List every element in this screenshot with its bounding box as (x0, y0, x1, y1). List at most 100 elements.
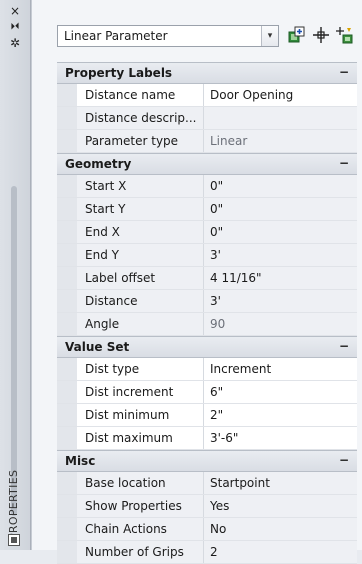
row-gutter (57, 221, 77, 243)
auto-hide-icon[interactable]: ⏵⏴ (4, 20, 26, 34)
property-value[interactable]: Door Opening (203, 84, 357, 106)
property-value[interactable]: Yes (203, 495, 357, 517)
property-name: Angle (85, 317, 120, 331)
property-name: Dist type (85, 362, 140, 376)
close-icon[interactable]: × (4, 4, 26, 18)
property-name: Dist minimum (85, 408, 170, 422)
property-row[interactable]: Number of Grips 2 (57, 541, 357, 564)
property-name: Distance (85, 294, 138, 308)
row-gutter (57, 495, 77, 517)
property-value[interactable]: Increment (203, 358, 357, 380)
category-label: Misc (65, 454, 96, 468)
property-name: Dist increment (85, 385, 174, 399)
row-gutter (57, 107, 77, 129)
row-gutter (57, 84, 77, 106)
collapse-toggle-icon[interactable]: − (339, 156, 349, 170)
property-value[interactable]: 2 (203, 541, 357, 563)
property-row[interactable]: Dist increment 6" (57, 381, 357, 404)
property-row[interactable]: Chain Actions No (57, 518, 357, 541)
category-header[interactable]: Property Labels − (57, 62, 357, 84)
property-name: Dist maximum (85, 431, 173, 445)
property-name: Distance descrip... (85, 111, 197, 125)
property-value[interactable]: 4 11/16" (203, 267, 357, 289)
quick-select-icon[interactable] (336, 26, 354, 44)
property-value[interactable]: Startpoint (203, 472, 357, 494)
palette-menu-icon[interactable] (8, 534, 20, 546)
row-gutter (57, 381, 77, 403)
property-value[interactable]: 90 (203, 313, 357, 335)
collapse-toggle-icon[interactable]: − (339, 453, 349, 467)
property-name: Show Properties (85, 499, 182, 513)
property-row[interactable]: Start X 0" (57, 175, 357, 198)
row-gutter (57, 244, 77, 266)
property-row[interactable]: End X 0" (57, 221, 357, 244)
row-gutter (57, 313, 77, 335)
row-gutter (57, 358, 77, 380)
property-row[interactable]: End Y 3' (57, 244, 357, 267)
palette-title-strip: × ⏵⏴ ✲ PROPERTIES (0, 0, 31, 550)
category-header[interactable]: Value Set − (57, 336, 357, 358)
property-value[interactable]: 0" (203, 175, 357, 197)
property-row[interactable]: Base location Startpoint (57, 472, 357, 495)
property-name: Chain Actions (85, 522, 167, 536)
row-gutter (57, 267, 77, 289)
property-value[interactable] (203, 107, 357, 129)
property-row[interactable]: Distance descrip... (57, 107, 357, 130)
category-label: Geometry (65, 157, 132, 171)
object-type-select[interactable]: Linear Parameter ▾ (57, 25, 279, 47)
property-grid: Property Labels − Distance name Door Openin… (57, 62, 357, 564)
property-value[interactable]: No (203, 518, 357, 540)
property-row[interactable]: Distance name Door Opening (57, 84, 357, 107)
property-name: Start Y (85, 202, 126, 216)
row-gutter (57, 130, 77, 152)
row-gutter (57, 175, 77, 197)
select-objects-icon[interactable] (312, 26, 330, 44)
property-value[interactable]: 3' (203, 244, 357, 266)
palette-settings-icon[interactable]: ✲ (4, 36, 26, 50)
property-row[interactable]: Start Y 0" (57, 198, 357, 221)
properties-panel: Linear Parameter ▾ Property Labels − Dista… (31, 0, 362, 564)
panel-scrollbar[interactable] (11, 186, 17, 516)
row-gutter (57, 290, 77, 312)
property-name: Distance name (85, 88, 176, 102)
property-value[interactable]: 0" (203, 198, 357, 220)
property-name: End Y (85, 248, 119, 262)
property-name: Parameter type (85, 134, 179, 148)
property-row[interactable]: Angle 90 (57, 313, 357, 336)
chevron-down-icon[interactable]: ▾ (261, 26, 278, 46)
property-row[interactable]: Distance 3' (57, 290, 357, 313)
category-header[interactable]: Misc − (57, 450, 357, 472)
row-gutter (57, 404, 77, 426)
property-name: Label offset (85, 271, 156, 285)
property-row[interactable]: Dist maximum 3'-6" (57, 427, 357, 450)
row-gutter (57, 518, 77, 540)
property-name: Base location (85, 476, 166, 490)
property-name: Start X (85, 179, 127, 193)
property-value[interactable]: 2" (203, 404, 357, 426)
row-gutter (57, 198, 77, 220)
property-row[interactable]: Dist type Increment (57, 358, 357, 381)
property-value[interactable]: 6" (203, 381, 357, 403)
collapse-toggle-icon[interactable]: − (339, 65, 349, 79)
property-value[interactable]: Linear (203, 130, 357, 152)
category-label: Value Set (65, 340, 130, 354)
category-label: Property Labels (65, 66, 173, 80)
row-gutter (57, 427, 77, 449)
object-type-value: Linear Parameter (64, 29, 168, 43)
property-value[interactable]: 0" (203, 221, 357, 243)
property-row[interactable]: Dist minimum 2" (57, 404, 357, 427)
row-gutter (57, 541, 77, 563)
category-header[interactable]: Geometry − (57, 153, 357, 175)
property-row[interactable]: Show Properties Yes (57, 495, 357, 518)
palette-title: PROPERTIES (7, 469, 20, 540)
property-row[interactable]: Label offset 4 11/16" (57, 267, 357, 290)
property-row[interactable]: Parameter type Linear (57, 130, 357, 153)
property-name: End X (85, 225, 120, 239)
collapse-toggle-icon[interactable]: − (339, 339, 349, 353)
toggle-pickadd-icon[interactable] (288, 26, 306, 44)
property-name: Number of Grips (85, 545, 184, 559)
row-gutter (57, 472, 77, 494)
property-value[interactable]: 3'-6" (203, 427, 357, 449)
properties-toolbar: Linear Parameter ▾ (32, 0, 362, 60)
property-value[interactable]: 3' (203, 290, 357, 312)
